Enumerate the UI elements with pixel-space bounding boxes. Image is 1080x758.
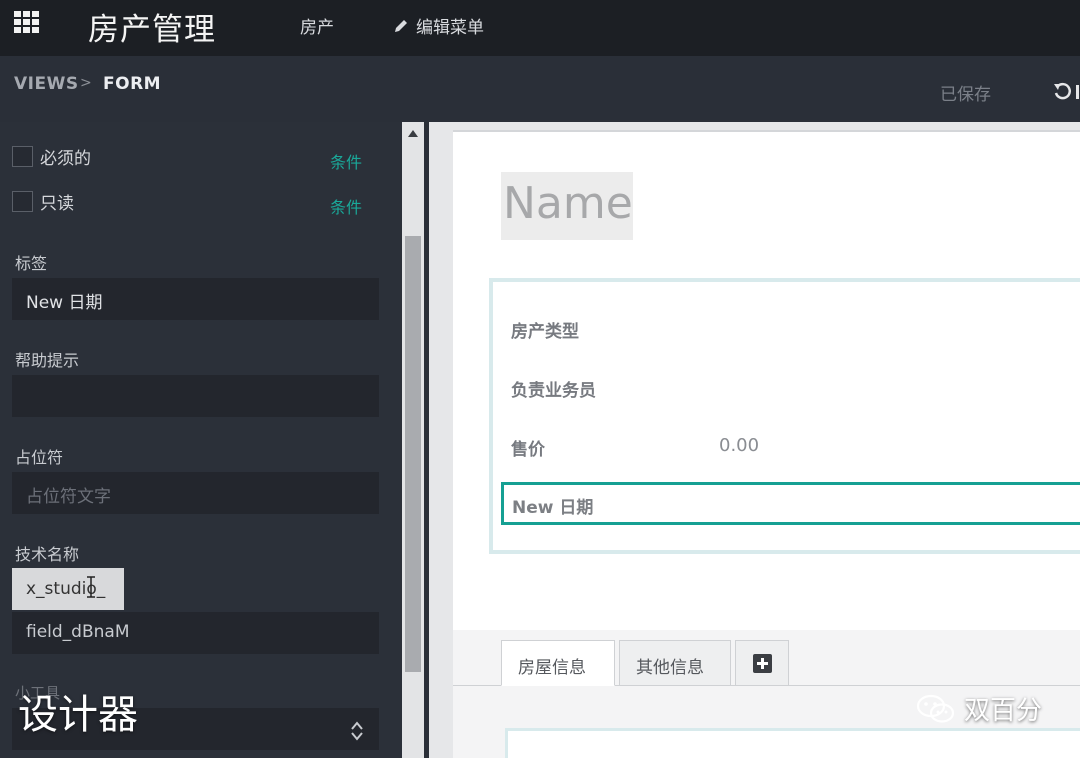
- required-option[interactable]: 必须的: [12, 144, 91, 169]
- tab-house-info[interactable]: 房屋信息: [501, 640, 615, 686]
- field-label-salesperson[interactable]: 负责业务员: [511, 376, 596, 401]
- saved-status: 已保存: [940, 85, 991, 105]
- new-date-field[interactable]: New 日期: [501, 482, 1080, 525]
- required-checkbox[interactable]: [12, 145, 33, 167]
- pencil-icon: [395, 19, 407, 32]
- nav-menu-house[interactable]: 房产: [300, 13, 334, 38]
- readonly-checkbox[interactable]: [12, 190, 33, 212]
- video-caption: 设计器: [18, 692, 138, 738]
- plus-icon: [753, 654, 772, 673]
- app-title: 房产管理: [88, 12, 216, 48]
- wechat-icon: [916, 694, 955, 723]
- readonly-condition-link[interactable]: 条件: [330, 194, 362, 218]
- price-value: 0.00: [719, 435, 760, 456]
- name-field[interactable]: Name: [501, 172, 633, 240]
- label-title: 标签: [15, 254, 48, 273]
- technical-name-input[interactable]: field_dBnaM: [12, 612, 379, 654]
- text-cursor-icon: [87, 576, 95, 598]
- required-condition-link[interactable]: 条件: [330, 149, 362, 173]
- field-properties-sidebar: 必须的 条件 只读 条件 标签 New 日期 帮助提示 占位符 占位符文字 技术…: [0, 122, 402, 758]
- form-editor-canvas: Name 房产类型 负责业务员 售价 0.00 New 日期 房屋信息 其他信息: [429, 122, 1080, 758]
- required-label: 必须的: [40, 148, 91, 169]
- technical-name-title: 技术名称: [15, 545, 80, 564]
- breadcrumb-separator: >: [80, 75, 92, 91]
- watermark-text: 双百分: [964, 696, 1043, 726]
- sidebar-scrollbar[interactable]: [402, 122, 424, 758]
- readonly-option[interactable]: 只读: [12, 189, 74, 214]
- top-navbar: 房产管理 房产 编辑菜单: [0, 0, 1080, 56]
- edit-menu-label: 编辑菜单: [416, 18, 484, 38]
- placeholder-input[interactable]: 占位符文字: [12, 472, 379, 514]
- scroll-up-arrow-icon[interactable]: [408, 130, 418, 137]
- readonly-label: 只读: [40, 193, 74, 214]
- add-tab-button[interactable]: [735, 640, 789, 686]
- field-label-property-type[interactable]: 房产类型: [511, 317, 579, 342]
- tab-content-panel: [505, 728, 1080, 758]
- help-tooltip-title: 帮助提示: [15, 351, 80, 370]
- technical-name-prefix: x_studio_: [12, 568, 124, 610]
- placeholder-title: 占位符: [15, 448, 64, 467]
- breadcrumb-form: FORM: [103, 74, 162, 94]
- label-input[interactable]: New 日期: [12, 278, 379, 320]
- field-label-price[interactable]: 售价: [511, 435, 545, 460]
- help-tooltip-input[interactable]: [12, 375, 379, 417]
- select-arrows-icon: [351, 721, 363, 741]
- breadcrumb-views[interactable]: VIEWS: [14, 74, 79, 94]
- wechat-watermark: 双百分: [916, 690, 1042, 727]
- tab-other-info[interactable]: 其他信息: [619, 640, 731, 686]
- edit-menu-button[interactable]: 编辑菜单: [392, 13, 484, 38]
- scroll-thumb[interactable]: [405, 236, 421, 672]
- apps-menu-icon[interactable]: [14, 11, 41, 33]
- undo-icon[interactable]: [1052, 82, 1080, 102]
- studio-toolbar: VIEWS > FORM 已保存: [0, 56, 1080, 122]
